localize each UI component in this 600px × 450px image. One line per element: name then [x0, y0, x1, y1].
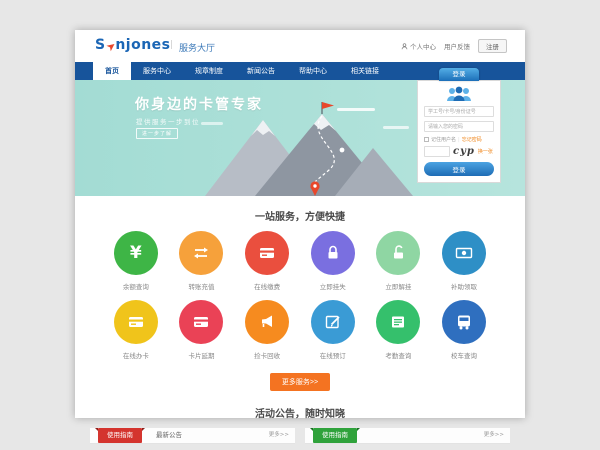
service-circle	[245, 231, 289, 275]
megaphone-icon	[257, 312, 277, 332]
login-panel: 记住用户名 | 忘记密码 cyp 换一张 登录	[417, 80, 501, 183]
service-circle	[114, 300, 158, 344]
remember-checkbox[interactable]	[424, 137, 429, 142]
more-link-left[interactable]: 更多>>	[269, 428, 289, 443]
service-label: 余额查询	[123, 281, 149, 291]
service-item-attendance[interactable]: 考勤查询	[366, 300, 432, 360]
service-item-payment[interactable]: 在线缴费	[234, 231, 300, 291]
more-services-button[interactable]: 更多服务>>	[270, 373, 330, 391]
tab-latest-announcements[interactable]: 最新公告	[156, 428, 182, 443]
tab-usage-guide-right[interactable]: 使用指南	[313, 428, 357, 443]
site-header: S➤njones | 服务大厅 个人中心 用户反馈 注册	[75, 30, 525, 62]
more-link-right[interactable]: 更多>>	[484, 428, 504, 443]
service-item-apply-card[interactable]: 在线办卡	[103, 300, 169, 360]
desktop-background: S➤njones | 服务大厅 个人中心 用户反馈 注册 首页 服务中心 规章制…	[0, 0, 600, 450]
captcha-refresh-link[interactable]: 换一张	[478, 148, 493, 155]
announcements-section-title: 活动公告，随时知晓	[75, 405, 525, 420]
service-item-online-booking[interactable]: 在线预订	[300, 300, 366, 360]
login-submit-button[interactable]: 登录	[424, 162, 494, 176]
service-item-card-extension[interactable]: 卡片延期	[169, 300, 235, 360]
remember-label: 记住用户名	[431, 136, 456, 143]
lock-icon	[323, 243, 343, 263]
captcha-row: cyp 换一张	[424, 146, 494, 157]
service-circle	[376, 231, 420, 275]
logo-text-rest: njones	[115, 37, 170, 53]
nav-item-home[interactable]: 首页	[93, 62, 131, 80]
service-item-report-loss[interactable]: 立即挂失	[300, 231, 366, 291]
service-label: 捡卡回收	[254, 350, 280, 360]
service-label: 校车查询	[451, 350, 477, 360]
edit-icon	[323, 312, 343, 332]
services-grid: ¥ 余额查询 转账充值 在线缴费	[75, 231, 525, 369]
user-feedback-label: 用户反馈	[444, 41, 470, 51]
card-icon	[257, 243, 277, 263]
list-icon	[388, 312, 408, 332]
login-tab[interactable]: 登录	[439, 68, 479, 81]
service-circle: ¥	[114, 231, 158, 275]
announcement-left-header: 使用指南 最新公告 更多>>	[90, 428, 295, 444]
service-item-card-recovery[interactable]: 捡卡回收	[234, 300, 300, 360]
service-item-transfer[interactable]: 转账充值	[169, 231, 235, 291]
password-input[interactable]	[424, 121, 494, 132]
transfer-icon	[191, 243, 211, 263]
logo-divider: |	[170, 40, 173, 50]
captcha-input[interactable]	[424, 146, 450, 157]
hero-cta-button[interactable]: 进一步了解	[136, 128, 178, 139]
users-icon	[444, 86, 474, 102]
card-icon	[126, 312, 146, 332]
services-section-title: 一站服务，方便快捷	[75, 208, 525, 223]
browser-page: S➤njones | 服务大厅 个人中心 用户反馈 注册 首页 服务中心 规章制…	[75, 30, 525, 418]
announcement-right-header: 使用指南 更多>>	[305, 428, 510, 444]
nav-item-links[interactable]: 相关链接	[339, 62, 391, 80]
service-item-balance[interactable]: ¥ 余额查询	[103, 231, 169, 291]
service-label: 在线缴费	[254, 281, 280, 291]
banknote-icon	[454, 243, 474, 263]
service-circle	[179, 231, 223, 275]
service-item-unlock[interactable]: 立即解挂	[366, 231, 432, 291]
service-label: 立即挂失	[320, 281, 346, 291]
service-item-school-bus[interactable]: 校车查询	[431, 300, 497, 360]
portal-name: 服务大厅	[179, 41, 215, 54]
nav-item-news[interactable]: 新闻公告	[235, 62, 287, 80]
service-circle	[245, 300, 289, 344]
service-label: 考勤查询	[385, 350, 411, 360]
service-circle	[311, 300, 355, 344]
register-button[interactable]: 注册	[478, 39, 507, 53]
service-label: 卡片延期	[188, 350, 214, 360]
announcements-panels: 使用指南 最新公告 更多>> 使用指南 更多>>	[75, 428, 525, 444]
service-label: 立即解挂	[385, 281, 411, 291]
bus-icon	[454, 312, 474, 332]
service-label: 在线预订	[320, 350, 346, 360]
service-item-subsidy[interactable]: 补助领取	[431, 231, 497, 291]
service-circle	[376, 300, 420, 344]
yen-icon: ¥	[130, 243, 142, 263]
row-divider: |	[458, 137, 460, 143]
user-feedback-link[interactable]: 用户反馈	[444, 41, 470, 51]
site-logo[interactable]: S➤njones	[95, 37, 171, 53]
personal-center-label: 个人中心	[410, 41, 436, 51]
nav-item-rules[interactable]: 规章制度	[183, 62, 235, 80]
service-label: 转账充值	[188, 281, 214, 291]
service-label: 补助领取	[451, 281, 477, 291]
announcement-box-right: 使用指南 更多>>	[305, 428, 510, 444]
person-icon	[401, 43, 408, 50]
captcha-image: cyp	[453, 146, 475, 157]
nav-item-service-center[interactable]: 服务中心	[131, 62, 183, 80]
service-label: 在线办卡	[123, 350, 149, 360]
service-circle	[442, 231, 486, 275]
personal-center-link[interactable]: 个人中心	[401, 41, 436, 51]
header-actions: 个人中心 用户反馈 注册	[401, 39, 507, 53]
service-circle	[442, 300, 486, 344]
service-circle	[179, 300, 223, 344]
unlock-icon	[388, 243, 408, 263]
announcement-box-left: 使用指南 最新公告 更多>>	[90, 428, 295, 444]
remember-row: 记住用户名 | 忘记密码	[424, 136, 494, 143]
service-circle	[311, 231, 355, 275]
forgot-password-link[interactable]: 忘记密码	[462, 136, 482, 143]
card-icon	[191, 312, 211, 332]
username-input[interactable]	[424, 106, 494, 117]
mountain-illustration	[187, 100, 417, 196]
tab-usage-guide-left[interactable]: 使用指南	[98, 428, 142, 443]
nav-item-help[interactable]: 帮助中心	[287, 62, 339, 80]
